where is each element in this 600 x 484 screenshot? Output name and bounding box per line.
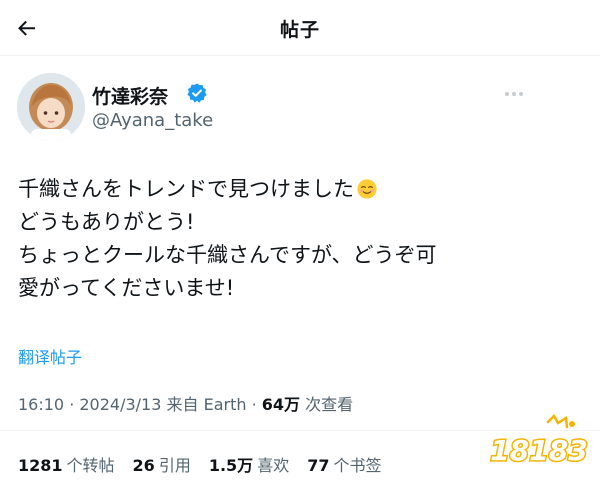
likes-label: 喜欢 — [257, 456, 290, 475]
post-date[interactable]: 2024/3/13 — [79, 395, 161, 414]
post-text: 千織さんをトレンドで見つけました どうもありがとう! ちょっとクールな千織さんで… — [18, 173, 578, 305]
more-options-icon[interactable] — [500, 84, 528, 104]
avatar-image — [17, 73, 85, 141]
post-time[interactable]: 16:10 — [18, 395, 64, 414]
meta-separator: · — [246, 395, 262, 414]
top-bar: 帖子 — [0, 0, 600, 56]
post-source: 来自 Earth — [161, 395, 247, 414]
quotes-label: 引用 — [158, 456, 191, 475]
likes-count: 1.5万 — [208, 456, 254, 475]
post-line: ちょっとクールな千織さんですが、どうぞ可 — [18, 243, 437, 267]
watermark-logo: 18183 — [489, 414, 589, 469]
likes-stat[interactable]: 1.5万 喜欢 — [209, 452, 289, 476]
verified-badge-icon — [187, 83, 207, 103]
post-line: 愛がってくださいませ! — [18, 276, 235, 300]
reposts-count: 1281 — [18, 456, 63, 475]
bookmarks-count: 77 — [307, 456, 330, 475]
post-line: 千織さんをトレンドで見つけました — [18, 173, 578, 206]
smiling-face-icon — [357, 179, 377, 199]
reposts-stat[interactable]: 1281 个转帖 — [18, 452, 115, 476]
view-count: 64万 — [261, 395, 301, 414]
avatar[interactable] — [17, 73, 85, 141]
post-line: どうもありがとう! — [18, 210, 195, 234]
page-title: 帖子 — [279, 19, 320, 41]
meta-separator: · — [64, 395, 80, 414]
svg-text:18183: 18183 — [490, 434, 587, 467]
post-meta: 16:10 · 2024/3/13 来自 Earth · 64万 次查看 — [18, 391, 353, 415]
quotes-count: 26 — [132, 456, 155, 475]
translate-post-link[interactable]: 翻译帖子 — [18, 344, 82, 368]
view-label: 次查看 — [300, 395, 354, 414]
reposts-label: 个转帖 — [66, 456, 115, 475]
quotes-stat[interactable]: 26 引用 — [133, 452, 191, 476]
author-handle[interactable]: @Ayana_take — [92, 110, 213, 131]
bookmarks-label: 个书签 — [333, 456, 382, 475]
engagement-stats: 1281 个转帖 26 引用 1.5万 喜欢 77 个书签 — [18, 452, 381, 476]
bookmarks-stat[interactable]: 77 个书签 — [307, 452, 381, 476]
post-line-text: 千織さんをトレンドで見つけました — [18, 177, 354, 201]
author-name[interactable]: 竹達彩奈 — [92, 82, 168, 109]
